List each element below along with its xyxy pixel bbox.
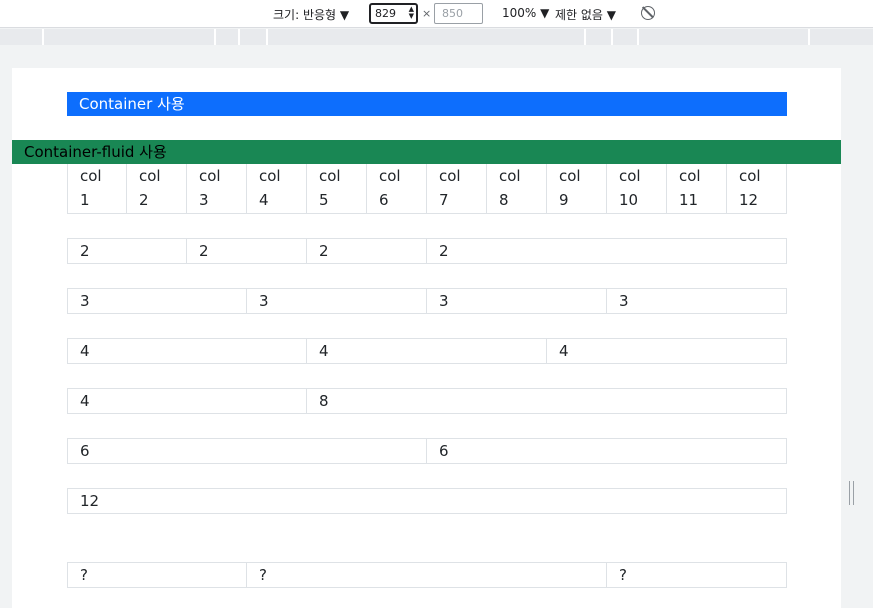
container-fluid-bar: Container-fluid 사용 [12,140,841,164]
mq-divider [584,29,586,45]
spinner-icon[interactable]: ▲ ▼ [409,6,414,20]
grid-row-6-6: 6 6 [67,438,787,464]
grid-col: 4 [67,338,307,364]
resize-handle[interactable] [849,481,854,505]
mq-divider [808,29,810,45]
grid-col: 12 [67,488,787,514]
grid-col: 2 [427,238,787,264]
grid-col: col 6 [367,164,427,214]
grid-col: 3 [607,288,787,314]
mq-divider [42,29,44,45]
no-rotate-icon[interactable] [641,6,655,20]
grid-col: col 2 [127,164,187,214]
grid-col: 2 [187,238,307,264]
grid-col: col 4 [247,164,307,214]
height-input[interactable]: 850 [434,3,483,24]
grid-col: 3 [67,288,247,314]
grid-col: col 9 [547,164,607,214]
grid-col: ? [247,562,607,588]
mq-divider [266,29,268,45]
media-query-bar[interactable] [0,29,873,45]
grid-col: 2 [307,238,427,264]
height-placeholder: 850 [442,7,463,20]
device-toolbar: 크기: 반응형 ▼ 829 ▲ ▼ × 850 100% ▼ 제한 없음 ▼ [0,0,873,28]
grid-col: col 5 [307,164,367,214]
throttle-dropdown[interactable]: 제한 없음 ▼ [555,6,616,23]
zoom-dropdown[interactable]: 100% ▼ [502,6,549,20]
grid-col: 4 [307,338,547,364]
grid-col: col 12 [727,164,787,214]
dimensions-dropdown[interactable]: 크기: 반응형 ▼ [273,6,349,23]
grid-col: col 11 [667,164,727,214]
times-sign: × [422,7,432,20]
grid-col: 6 [67,438,427,464]
container-bar: Container 사용 [67,92,787,116]
mq-divider [214,29,216,45]
mq-divider [637,29,639,45]
grid-col: 2 [67,238,187,264]
grid-row-unknown: ? ? ? [67,562,787,588]
grid-col: 3 [427,288,607,314]
grid-row-3-3-3-3: 3 3 3 3 [67,288,787,314]
grid-row-2-2-2-6: 2 2 2 2 [67,238,787,264]
grid-col: ? [607,562,787,588]
grid-row-4-8: 4 8 [67,388,787,414]
grid-col: col 10 [607,164,667,214]
page-viewport: Container 사용 Container-fluid 사용 col 1 co… [12,68,841,608]
grid-col: 4 [547,338,787,364]
grid-col: col 7 [427,164,487,214]
grid-col: ? [67,562,247,588]
grid-row-4-4-4: 4 4 4 [67,338,787,364]
grid-row-12: col 1 col 2 col 3 col 4 col 5 col 6 col … [67,164,787,214]
width-value: 829 [375,7,396,20]
mq-divider [238,29,240,45]
grid-col: 3 [247,288,427,314]
width-input[interactable]: 829 ▲ ▼ [369,3,418,24]
grid-col: col 8 [487,164,547,214]
grid-col: 4 [67,388,307,414]
grid-col: 8 [307,388,787,414]
grid-row-12-full: 12 [67,488,787,514]
grid-col: col 1 [67,164,127,214]
mq-divider [611,29,613,45]
grid-col: 6 [427,438,787,464]
grid-col: col 3 [187,164,247,214]
